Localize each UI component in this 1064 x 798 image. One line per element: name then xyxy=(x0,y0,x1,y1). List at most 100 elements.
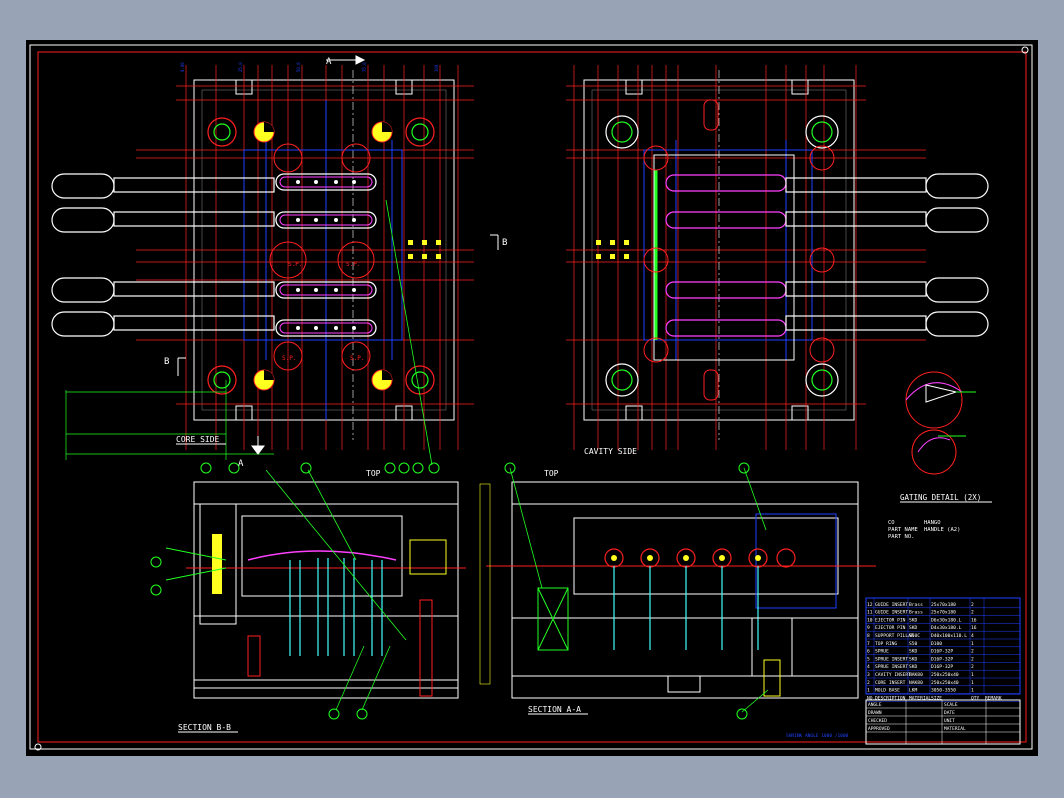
bom-cell: SKD xyxy=(909,664,918,670)
cavity-side-label: CAVITY SIDE xyxy=(584,447,637,456)
bom-cell: D16P-32P xyxy=(931,649,953,655)
bom-cell: SKD xyxy=(909,656,918,662)
sprue-label: S.P. xyxy=(346,261,360,268)
bom-cell: 5 xyxy=(867,656,870,662)
bom-cell: D16P-32P xyxy=(931,656,953,662)
cavity-side-plan-view xyxy=(566,65,989,450)
title-block-field: CHECKED xyxy=(868,718,887,724)
bom-cell: SKD xyxy=(909,617,918,623)
bom-cell: 16 xyxy=(971,625,977,631)
bom-cell: 1 xyxy=(971,680,974,686)
core-side-plan-view: 0.00 25.0 50.0 75.0 100 xyxy=(51,62,474,474)
bom-cell: 6 xyxy=(867,649,870,655)
svg-text:PART NO.: PART NO. xyxy=(888,534,915,540)
gating-detail-label: GATING DETAIL (2X) xyxy=(900,493,981,502)
title-block-field: DATE xyxy=(944,710,955,716)
section-a-a-label: SECTION A-A xyxy=(528,705,581,714)
bom-cell: 2 xyxy=(971,649,974,655)
svg-text:0.00: 0.00 xyxy=(180,62,185,72)
bom-cell: 2 xyxy=(971,664,974,670)
drawing-sheet[interactable]: 0.00 25.0 50.0 75.0 100 12 GUIDE INSERT … xyxy=(26,40,1038,756)
bom-cell: 11 xyxy=(867,610,873,616)
svg-text:100: 100 xyxy=(434,64,439,72)
sprue-label: S.P. xyxy=(350,355,364,362)
bom-cell: 4 xyxy=(971,633,974,639)
title-block-field: ANGLE xyxy=(868,702,882,708)
bom-cell: 4 xyxy=(867,664,870,670)
bom-cell: NAK80 xyxy=(909,680,923,686)
title-block-field: MATERIAL xyxy=(944,726,966,732)
bom-cell: S50C xyxy=(909,633,920,639)
bom-cell: D6x30x180.L xyxy=(931,617,962,623)
title-block-field: SCALE xyxy=(944,702,958,708)
svg-text:PART NAME: PART NAME xyxy=(888,527,918,533)
bom-cell: LKM xyxy=(909,688,918,694)
title-block: ANGLE DRAWN CHECKED APPROVED SCALE DATE UNIT MA… xyxy=(865,699,1021,745)
title-block-field: DRAWN xyxy=(868,710,882,716)
bom-cell: 16 xyxy=(971,617,977,623)
svg-text:HANDLE (A2): HANDLE (A2) xyxy=(924,527,960,533)
bom-cell: D40x100x110.L xyxy=(931,633,967,639)
title-block-field: UNIT xyxy=(944,718,955,724)
bom-cell: SPRUE INSERT xyxy=(875,656,908,662)
bom-cell: 10 xyxy=(867,617,873,623)
bom-cell: 1 xyxy=(971,641,974,647)
section-a-a-top-label: TOP xyxy=(544,469,559,478)
bom-cell: 250x250x40 xyxy=(931,672,959,678)
bom-cell: 8 xyxy=(867,633,870,639)
bom-cell: D4x30x180.L xyxy=(931,625,962,631)
bom-cell: CORE INSERT xyxy=(875,680,906,686)
core-side-label: CORE SIDE xyxy=(176,435,220,444)
bom-cell: EJECTOR PIN xyxy=(875,625,906,631)
svg-text:HANGO: HANGO xyxy=(924,520,941,526)
section-a-a-view xyxy=(479,462,876,720)
section-mark-a-top: A xyxy=(326,57,332,67)
bom-cell: 250x250x40 xyxy=(931,680,959,686)
section-b-b-view xyxy=(150,462,466,720)
bom-cell: MOLD BASE xyxy=(875,688,900,694)
section-b-b-label: SECTION B-B xyxy=(178,723,231,732)
bill-of-materials-table: 12 GUIDE INSERT Brass 25x70x180 211 GUIDE INS… xyxy=(865,597,1021,702)
bom-cell: 3050-3550 xyxy=(931,688,956,694)
gating-detail-view xyxy=(905,371,976,475)
svg-text:CO: CO xyxy=(888,520,895,526)
cad-drawing-canvas[interactable]: 0.00 25.0 50.0 75.0 100 12 GUIDE INSERT … xyxy=(26,40,1038,756)
bom-cell: Brass xyxy=(909,602,923,608)
bom-cell: SPRUE INSERT xyxy=(875,664,908,670)
section-mark-a-bottom: A xyxy=(238,459,244,469)
part-info-block: CO HANGO PART NAME HANDLE (A2) PART NO. xyxy=(888,520,960,540)
bom-cell: SPRUE xyxy=(875,649,889,655)
bom-cell: 12 xyxy=(867,602,873,608)
bom-cell: D16P-32P xyxy=(931,664,953,670)
bom-cell: 3 xyxy=(867,672,870,678)
bom-cell: 9 xyxy=(867,625,870,631)
shrink-note: SHRINK ANGLE 1000 /1000 xyxy=(786,733,849,739)
bom-cell: 2 xyxy=(971,602,974,608)
svg-text:75.0: 75.0 xyxy=(362,62,367,72)
bom-cell: SKD xyxy=(909,649,918,655)
bom-cell: GUIDE INSERT xyxy=(875,610,908,616)
sprue-label: S.P. xyxy=(282,355,296,362)
bom-cell: S50 xyxy=(909,641,918,647)
bom-cell: 1 xyxy=(867,688,870,694)
bom-cell: 1 xyxy=(971,672,974,678)
title-block-field: APPROVED xyxy=(868,726,890,732)
bom-cell: 2 xyxy=(971,656,974,662)
bom-cell: 1 xyxy=(971,688,974,694)
section-b-b-top-label: TOP xyxy=(366,469,381,478)
bom-cell: SKD xyxy=(909,625,918,631)
bom-cell: 2 xyxy=(971,610,974,616)
bom-cell: 2 xyxy=(867,680,870,686)
bom-cell: 25x70x180 xyxy=(931,610,956,616)
bom-cell: GUIDE INSERT xyxy=(875,602,908,608)
svg-text:50.0: 50.0 xyxy=(296,62,301,72)
sprue-label: S.P. xyxy=(288,261,302,268)
bom-cell: EJECTOR PIN xyxy=(875,617,906,623)
bom-cell: D100 xyxy=(931,641,942,647)
bom-cell: CAVITY INSERT xyxy=(875,672,911,678)
bom-cell: NAK80 xyxy=(909,672,923,678)
bom-cell: Brass xyxy=(909,610,923,616)
bom-cell: 7 xyxy=(867,641,870,647)
svg-text:25.0: 25.0 xyxy=(238,62,243,72)
section-mark-b-right: B xyxy=(502,238,507,248)
